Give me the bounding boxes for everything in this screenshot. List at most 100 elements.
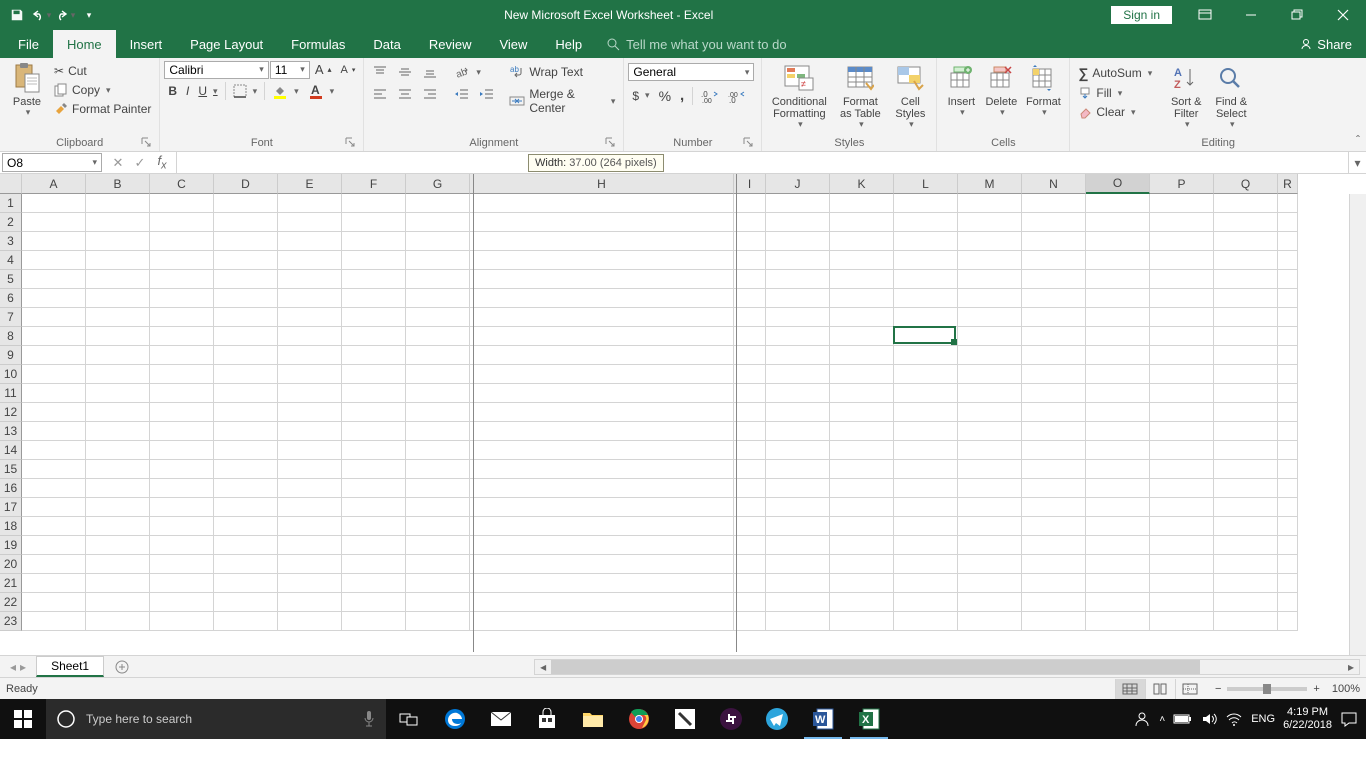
cell[interactable]: [1022, 213, 1086, 232]
cell[interactable]: [830, 403, 894, 422]
underline-button[interactable]: U: [194, 82, 221, 100]
column-header-I[interactable]: I: [734, 174, 766, 194]
cell[interactable]: [406, 460, 470, 479]
cell[interactable]: [1022, 422, 1086, 441]
cell[interactable]: [470, 536, 734, 555]
cell[interactable]: [734, 346, 766, 365]
cell[interactable]: [1214, 441, 1278, 460]
cell[interactable]: [150, 251, 214, 270]
column-header-K[interactable]: K: [830, 174, 894, 194]
cell[interactable]: [734, 593, 766, 612]
cell[interactable]: [1278, 308, 1298, 327]
scroll-right-icon[interactable]: ▸: [1343, 660, 1359, 674]
cell[interactable]: [830, 251, 894, 270]
cell[interactable]: [958, 308, 1022, 327]
cell[interactable]: [470, 441, 734, 460]
cell[interactable]: [1022, 517, 1086, 536]
cell[interactable]: [1150, 517, 1214, 536]
cell[interactable]: [1150, 479, 1214, 498]
cell[interactable]: [958, 384, 1022, 403]
cell[interactable]: [278, 479, 342, 498]
font-size-select[interactable]: 11▾: [270, 61, 310, 79]
row-header-18[interactable]: 18: [0, 517, 22, 536]
cell[interactable]: [1214, 308, 1278, 327]
cell[interactable]: [734, 460, 766, 479]
tray-overflow-icon[interactable]: ˄: [1159, 714, 1165, 725]
cell[interactable]: [22, 403, 86, 422]
cell[interactable]: [150, 308, 214, 327]
sheet-tab[interactable]: Sheet1: [36, 656, 104, 677]
cell[interactable]: [734, 308, 766, 327]
cell[interactable]: [470, 422, 734, 441]
cell[interactable]: [214, 441, 278, 460]
row-header-4[interactable]: 4: [0, 251, 22, 270]
cell[interactable]: [342, 574, 406, 593]
cell[interactable]: [86, 384, 150, 403]
column-header-P[interactable]: P: [1150, 174, 1214, 194]
cell[interactable]: [1150, 612, 1214, 631]
cell[interactable]: [214, 327, 278, 346]
cell[interactable]: [734, 422, 766, 441]
cell[interactable]: [342, 194, 406, 213]
cell[interactable]: [470, 289, 734, 308]
cell[interactable]: [1278, 194, 1298, 213]
row-header-14[interactable]: 14: [0, 441, 22, 460]
cell[interactable]: [1086, 194, 1150, 213]
cell[interactable]: [214, 517, 278, 536]
cell[interactable]: [830, 460, 894, 479]
cell[interactable]: [1022, 441, 1086, 460]
cell[interactable]: [86, 612, 150, 631]
cell[interactable]: [1278, 213, 1298, 232]
tab-home[interactable]: Home: [53, 30, 116, 58]
cell[interactable]: [150, 270, 214, 289]
cell[interactable]: [894, 441, 958, 460]
cell[interactable]: [830, 194, 894, 213]
decrease-font-icon[interactable]: A▾: [337, 62, 360, 78]
undo-button[interactable]: [30, 4, 52, 26]
cell[interactable]: [1278, 593, 1298, 612]
column-header-A[interactable]: A: [22, 174, 86, 194]
cell[interactable]: [958, 270, 1022, 289]
cell[interactable]: [342, 213, 406, 232]
cell[interactable]: [958, 593, 1022, 612]
cell[interactable]: [958, 612, 1022, 631]
row-header-19[interactable]: 19: [0, 536, 22, 555]
cell[interactable]: [1022, 308, 1086, 327]
decrease-decimal-icon[interactable]: .00.0: [724, 87, 750, 105]
cell[interactable]: [1214, 213, 1278, 232]
row-header-17[interactable]: 17: [0, 498, 22, 517]
paste-button[interactable]: Paste: [4, 60, 50, 120]
cell[interactable]: [214, 403, 278, 422]
maximize-button[interactable]: [1274, 0, 1320, 30]
cell[interactable]: [894, 289, 958, 308]
cell[interactable]: [766, 574, 830, 593]
tab-page-layout[interactable]: Page Layout: [176, 30, 277, 58]
enter-formula-icon[interactable]: ✓: [130, 155, 150, 171]
cell[interactable]: [1150, 251, 1214, 270]
column-header-E[interactable]: E: [278, 174, 342, 194]
cell[interactable]: [1150, 498, 1214, 517]
cell[interactable]: [22, 308, 86, 327]
cell[interactable]: [1150, 194, 1214, 213]
cell[interactable]: [150, 365, 214, 384]
cell[interactable]: [1214, 536, 1278, 555]
cell[interactable]: [766, 327, 830, 346]
next-sheet-icon[interactable]: ▸: [20, 660, 26, 674]
cell[interactable]: [1150, 308, 1214, 327]
align-left-icon[interactable]: [368, 85, 392, 103]
cell[interactable]: [214, 555, 278, 574]
cell[interactable]: [1214, 251, 1278, 270]
decrease-indent-icon[interactable]: [450, 85, 474, 103]
cell[interactable]: [342, 441, 406, 460]
cell[interactable]: [1022, 593, 1086, 612]
cell[interactable]: [1086, 593, 1150, 612]
cell[interactable]: [214, 574, 278, 593]
taskbar-app-word[interactable]: W: [800, 699, 846, 739]
row-header-8[interactable]: 8: [0, 327, 22, 346]
cell[interactable]: [766, 194, 830, 213]
cell[interactable]: [342, 346, 406, 365]
cell[interactable]: [22, 517, 86, 536]
insert-function-icon[interactable]: fx: [152, 153, 172, 172]
cell[interactable]: [830, 327, 894, 346]
cell[interactable]: [766, 460, 830, 479]
